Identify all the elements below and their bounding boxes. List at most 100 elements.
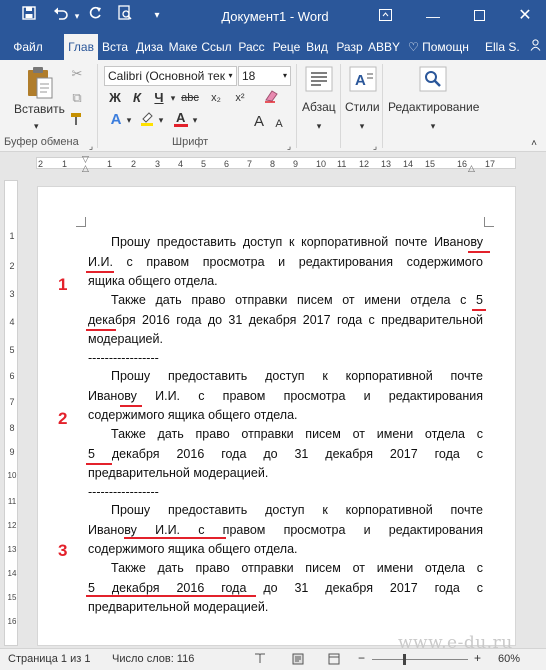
subscript-icon[interactable]: x₂: [206, 88, 226, 108]
tab-abbyy[interactable]: ABBY: [367, 34, 401, 60]
highlight-icon[interactable]: [138, 110, 156, 130]
find-icon[interactable]: [418, 66, 448, 96]
variant3-paragraph2[interactable]: Также дать право отправки писем от имени…: [88, 559, 483, 618]
copy-icon[interactable]: ⧉: [68, 88, 86, 108]
collapse-ribbon-icon[interactable]: ˄: [528, 134, 540, 154]
separator: [382, 64, 383, 148]
variant3-paragraph1[interactable]: Прошу предоставить доступ к корпоративно…: [88, 501, 483, 560]
tab-review[interactable]: Реце: [270, 34, 303, 60]
paste-dropdown-icon[interactable]: ▾: [34, 116, 39, 136]
vertical-ruler[interactable]: 1 2 3 4 5 6 7 8 9 10 11 12 13 14 15 16: [4, 180, 18, 646]
close-button[interactable]: ✕: [512, 4, 538, 28]
separator: [97, 64, 98, 148]
ruler-number: 6: [9, 371, 15, 381]
font-name-dropdown-icon[interactable]: ▾: [225, 66, 237, 86]
highlight-dropdown-icon[interactable]: ▾: [156, 110, 166, 130]
red-underline-mark: [124, 537, 226, 539]
editing-button[interactable]: Редактирование: [388, 100, 479, 114]
text-line: Иванову И.И. с правом просмотра и редакт…: [88, 388, 483, 403]
format-painter-icon[interactable]: [68, 112, 86, 132]
zoom-out-button[interactable]: −: [358, 651, 365, 665]
ruler-number: 11: [337, 159, 347, 169]
right-indent-icon[interactable]: △: [468, 163, 475, 174]
strikethrough-icon[interactable]: abc: [180, 88, 200, 108]
web-layout-icon[interactable]: [328, 653, 340, 668]
ruler-number: 11: [7, 497, 17, 506]
bold-button[interactable]: Ж: [108, 88, 122, 108]
text-line: Также дать право отправки писем от имени…: [111, 427, 483, 441]
tab-home[interactable]: Глав: [64, 34, 98, 60]
styles-dropdown-icon[interactable]: ▾: [357, 116, 367, 136]
maximize-button[interactable]: [466, 4, 492, 28]
font-color-icon[interactable]: A: [172, 110, 190, 130]
word-count[interactable]: Число слов: 116: [112, 653, 194, 665]
variant2-paragraph2[interactable]: Также дать право отправки писем от имени…: [88, 425, 483, 484]
font-size-dropdown-icon[interactable]: ▾: [280, 66, 291, 86]
font-color-dropdown-icon[interactable]: ▾: [190, 110, 200, 130]
text-effects-icon[interactable]: A: [108, 110, 124, 130]
redo-icon[interactable]: [84, 5, 106, 27]
horizontal-ruler[interactable]: 2 1 1 2 3 4 5 6 7 8 9 10 11 12 13 14 15 …: [0, 152, 546, 174]
zoom-level[interactable]: 60%: [498, 653, 520, 665]
tell-me-box[interactable]: ♡ Помощн: [408, 34, 478, 60]
red-underline-mark: [120, 405, 142, 407]
ruler-number: 8: [9, 423, 15, 433]
ruler-number: 7: [9, 397, 15, 407]
text-line: модерацией.: [88, 332, 163, 346]
text-line: содержимого ящика общего отдела.: [88, 542, 298, 556]
user-name[interactable]: Ella S.: [485, 34, 521, 60]
zoom-slider[interactable]: [372, 659, 468, 660]
paragraph-dropdown-icon[interactable]: ▾: [314, 116, 324, 136]
shrink-font-icon[interactable]: A: [272, 114, 286, 134]
ribbon-display-icon[interactable]: [372, 4, 398, 28]
grow-font-icon[interactable]: A: [252, 112, 266, 132]
tab-design[interactable]: Диза: [133, 34, 166, 60]
font-name-box[interactable]: Calibri (Основной текст): [104, 66, 236, 86]
tab-mailings[interactable]: Расс: [235, 34, 268, 60]
paragraph-button[interactable]: Абзац: [302, 100, 336, 114]
variant1-paragraph1[interactable]: Прошу предоставить доступ к корпоративно…: [88, 233, 483, 292]
editing-dropdown-icon[interactable]: ▾: [428, 116, 438, 136]
zoom-in-button[interactable]: +: [474, 651, 481, 665]
variant1-paragraph2[interactable]: Также дать право отправки писем от имени…: [88, 291, 483, 350]
minimize-button[interactable]: —: [420, 4, 446, 28]
read-mode-icon[interactable]: [254, 653, 266, 667]
cut-icon[interactable]: ✂: [68, 64, 86, 84]
tab-developer[interactable]: Разр: [333, 34, 366, 60]
print-layout-icon[interactable]: [292, 653, 304, 668]
hanging-indent-icon[interactable]: △: [82, 163, 89, 174]
styles-button[interactable]: Стили: [345, 100, 380, 114]
tab-layout[interactable]: Маке: [168, 34, 198, 60]
underline-button[interactable]: Ч: [152, 88, 166, 108]
paste-icon[interactable]: [22, 66, 58, 100]
paste-button[interactable]: Вставить: [14, 102, 65, 116]
customize-icon[interactable]: ▾: [146, 5, 168, 27]
text-line: Прошу предоставить доступ к корпоративно…: [111, 235, 483, 249]
page-count[interactable]: Страница 1 из 1: [8, 653, 90, 665]
italic-button[interactable]: К: [130, 88, 144, 108]
variant2-paragraph1[interactable]: Прошу предоставить доступ к корпоративно…: [88, 367, 483, 426]
superscript-icon[interactable]: x²: [230, 88, 250, 108]
save-icon[interactable]: [18, 5, 40, 27]
styles-icon[interactable]: A: [348, 66, 378, 96]
margin-corner: [76, 217, 86, 227]
zoom-slider-thumb[interactable]: [403, 654, 406, 665]
share-icon[interactable]: [528, 34, 542, 60]
text-line: 5 декабря 2016 года до 31 декабря 2017 г…: [88, 446, 483, 461]
clipboard-group-label: Буфер обмена: [4, 136, 79, 148]
tab-view[interactable]: Вид: [304, 34, 330, 60]
lightbulb-icon: ♡: [408, 40, 419, 54]
text-effects-dropdown-icon[interactable]: ▾: [124, 110, 134, 130]
clear-formatting-icon[interactable]: [262, 88, 280, 108]
ruler-number: 7: [247, 159, 253, 169]
tab-file[interactable]: Файл: [8, 34, 48, 60]
document-page[interactable]: 1 Прошу предоставить доступ к корпоратив…: [37, 186, 516, 646]
print-preview-icon[interactable]: [114, 5, 136, 27]
tab-references[interactable]: Ссыл: [200, 34, 233, 60]
paragraph-icon[interactable]: [304, 66, 334, 96]
underline-dropdown-icon[interactable]: ▾: [168, 88, 178, 108]
example-number-1: 1: [58, 275, 68, 294]
red-underline-mark: [86, 595, 256, 597]
text-line: ящика общего отдела.: [88, 274, 218, 288]
tab-insert[interactable]: Вста: [99, 34, 131, 60]
